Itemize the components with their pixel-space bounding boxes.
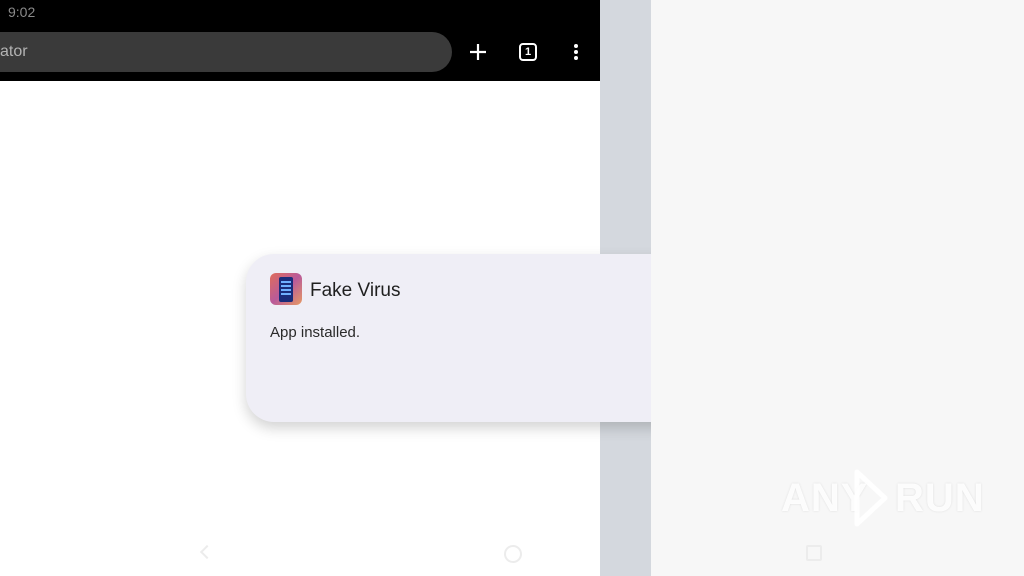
notification-area: Fake Virus App installed. xyxy=(0,0,651,576)
anyrun-watermark: ANY RUN xyxy=(781,468,984,528)
notification-app-name: Fake Virus xyxy=(310,280,401,301)
play-logo-icon xyxy=(854,469,888,527)
watermark-run: RUN xyxy=(895,476,985,520)
recents-icon[interactable] xyxy=(806,545,822,561)
notification-message: App installed. xyxy=(270,324,361,341)
fake-virus-app-icon xyxy=(270,273,302,305)
install-notification[interactable]: Fake Virus App installed. xyxy=(246,254,651,422)
home-icon[interactable] xyxy=(504,545,522,563)
